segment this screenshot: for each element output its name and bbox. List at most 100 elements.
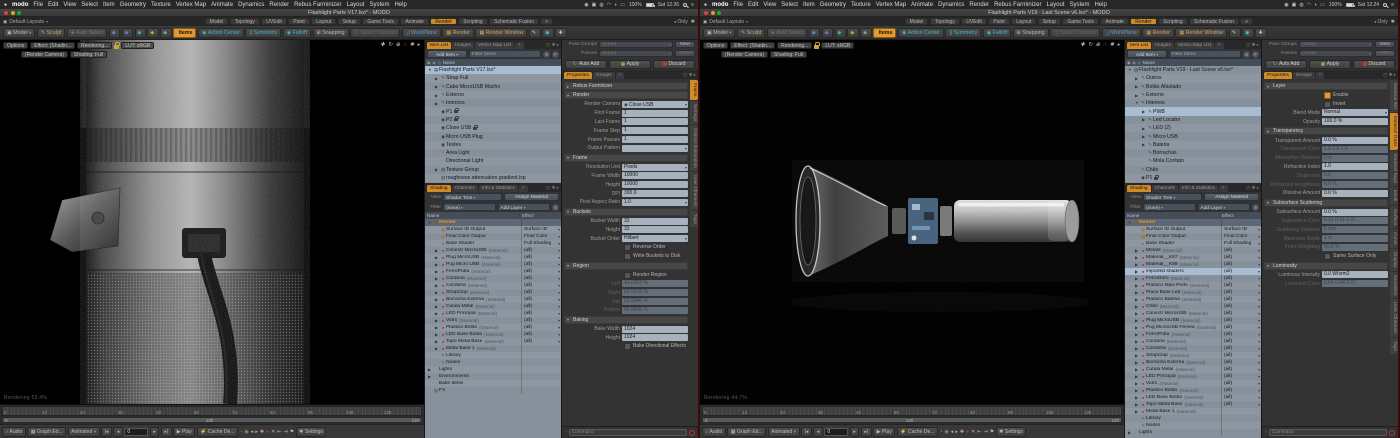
command-input[interactable] [569,429,687,436]
panel-tab[interactable]: Info & Statistics [1179,185,1218,192]
shader-tree-row[interactable]: ▶ Cutula Metal (Material) (all) [1125,366,1261,373]
menu-item[interactable]: Select [81,2,98,8]
layer-effect[interactable] [1221,408,1261,415]
property-field[interactable]: 60.5578 % [622,289,688,296]
property-field[interactable]: Invert [1322,101,1388,108]
property-field[interactable]: 10000 [622,172,688,179]
zoom-window-icon[interactable] [717,11,721,15]
shader-tree-row[interactable]: Base Shader Full Shading [425,240,561,247]
shader-tree-row[interactable]: ▶ Material__K87 (Material) (all) [1125,254,1261,261]
vertical-tab[interactable]: Assembly [1390,272,1398,299]
shader-tree-row[interactable]: ▶ Borracha Externa (Material) (all) [425,296,561,303]
shader-tree-row[interactable]: ▶ Plastico Bateria (Material) (all) [1125,296,1261,303]
property-row[interactable]: Transparent Color 1.0 1.0 1.0 [1264,145,1388,154]
property-row[interactable]: Dissolve Amount 0.0 % [1264,189,1388,198]
app-status-icon[interactable]: ◉ [1284,2,1288,8]
property-row[interactable]: Rebus Farminizer [564,82,688,90]
menu-item[interactable]: Texture [851,2,871,8]
shader-tree-row[interactable]: ▶ Lights [1125,429,1261,436]
vertices-mode-icon[interactable]: ◆ [809,28,820,38]
layout-tab[interactable]: Topology [230,18,260,25]
property-row[interactable]: Refractive Index 1.0 [1264,163,1388,172]
property-row[interactable]: Right 60.5578 % [564,288,688,297]
item-tree-row[interactable]: ▶ Botão Afastado [1125,83,1261,91]
layout-tab[interactable]: Topology [930,18,960,25]
property-field[interactable]: 1024 [622,326,688,333]
property-field[interactable]: Same Surface Only [1322,253,1388,260]
layout-tab[interactable]: Model [905,18,929,25]
apple-menu-icon[interactable]: ● [4,2,7,8]
auto-select-button[interactable]: ◈ Auto Select [767,28,807,38]
viewport-rendering-button[interactable]: Rendering... [777,42,812,49]
item-tree-row[interactable]: P2 [425,116,561,124]
menu-item[interactable]: Dynamics [238,2,264,8]
viewport-lock-icon[interactable] [814,45,819,49]
property-field[interactable]: Close USB [622,101,688,108]
layer-effect[interactable] [1221,415,1261,422]
menu-item[interactable]: Rebus Farminizer [994,2,1041,8]
menu-item[interactable]: File [33,2,43,8]
apple-menu-icon[interactable]: ● [704,2,707,8]
snapping-button[interactable]: ⊞ Snapping [313,28,349,38]
timeline-range-bar[interactable]: 0 120 120 [2,417,422,423]
item-tree-row[interactable]: ▶ Bateria [1125,141,1261,149]
goto-end-icon[interactable]: ⇥ [983,429,987,435]
menu-item[interactable]: Select [781,2,798,8]
expand-arrow-icon[interactable]: ▶ [428,367,433,372]
layer-effect[interactable]: (all) [521,261,561,268]
assign-material-button[interactable]: Assign Material [504,193,559,201]
edges-mode-icon[interactable]: ◆ [822,28,833,38]
layer-effect[interactable]: (all) [1221,366,1261,373]
shader-tree-row[interactable]: ▶ Metal Base 1 (Material) [1125,408,1261,415]
property-field[interactable]: 1 [622,110,688,117]
property-row[interactable]: Subsurface Color 0.91 0.91 0.91 [1264,217,1388,226]
item-tree-row[interactable]: ▶ LED (2) [1125,124,1261,132]
go-last-frame-button[interactable]: ▸| [161,427,172,437]
layout-tab[interactable]: UVEdit [261,18,287,25]
panel-tab[interactable]: + [515,42,524,49]
shader-tree-row[interactable]: ▶ Plastico Botão (Material) (all) [1125,387,1261,394]
next-frame-button[interactable]: ▸ [850,427,860,437]
edges-mode-icon[interactable]: ◆ [122,28,133,38]
property-field[interactable]: 0.0 % [1322,137,1388,144]
layer-effect[interactable]: (all) [1221,380,1261,387]
prev-keyframe-icon[interactable]: ◂ [951,429,954,435]
center-mode-icon[interactable]: ◆ [860,28,871,38]
capture-icon[interactable]: ▣ [1292,2,1297,8]
property-row[interactable]: Front Weighting 50.0 % [1264,243,1388,252]
new-pass-group-button[interactable]: New [675,41,695,48]
property-field[interactable]: 0.64 0.84 0.97 [1322,280,1388,287]
property-field[interactable]: Bake Directional Effects [622,343,688,350]
property-row[interactable]: Maximum Depth 1 m [1264,234,1388,243]
property-field[interactable]: 0.0 % [1322,190,1388,197]
viewport-more-icon[interactable]: ▸ [1117,42,1120,48]
viewport-effect-button[interactable]: Effect: (Shadin... [30,42,75,49]
symmetry-button[interactable]: ∥ Symmetry [945,28,981,38]
minimize-window-icon[interactable] [11,11,15,15]
layout-tab[interactable]: Schematic Fusion [1189,18,1239,25]
layer-effect[interactable]: (all) [1221,317,1261,324]
layer-effect[interactable]: (all) [1221,247,1261,254]
layer-effect[interactable]: (all) [521,296,561,303]
menu-item[interactable]: Render [269,2,289,8]
shader-tree-row[interactable]: Nodes [1125,422,1261,429]
layer-effect[interactable]: (all) [521,303,561,310]
expand-arrow-icon[interactable]: ▶ [1128,430,1133,435]
layer-effect[interactable]: (all) [1221,373,1261,380]
shader-tree-row[interactable]: FX [425,387,561,394]
command-input[interactable] [1269,429,1387,436]
shader-tree-row[interactable]: ▶ Pug MicroUSB Fêmea (Material) (all) [1125,324,1261,331]
shader-tree-row[interactable]: Final Color Output Final Color [425,233,561,240]
layout-tab[interactable]: + [1240,18,1253,25]
viewport-options-button[interactable]: Options [703,42,728,49]
brush-tool-icon[interactable]: ✎ [1229,28,1241,38]
property-row[interactable]: Bake Width 1024 [564,325,688,334]
layer-effect[interactable]: (all) [521,282,561,289]
property-row[interactable]: Left 43.6263 % [564,280,688,289]
property-field[interactable]: 10000 [622,181,688,188]
shader-tree-row[interactable]: ▶ Conectr MicroUSB (Material) (all) [425,247,561,254]
property-field[interactable]: 50.0 % [1322,244,1388,251]
pass-groups-dropdown[interactable]: (none) [599,41,673,48]
shader-s-button[interactable]: S [1252,204,1259,211]
property-row[interactable]: Scattering Distance 5 mm [1264,225,1388,234]
